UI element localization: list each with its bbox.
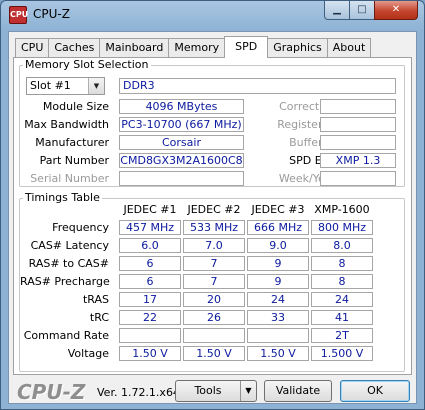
slot-select[interactable]: Slot #1 ▼ (26, 77, 105, 95)
timings-cell: 1.500 V (311, 346, 373, 361)
timings-cell: 2T (311, 328, 373, 343)
timings-cell: 33 (247, 310, 309, 325)
timings-cell (183, 328, 245, 343)
timings-cell: 6 (119, 274, 181, 289)
timings-column-header: JEDEC #3 (251, 203, 305, 216)
timings-row-label: tRC (89, 311, 109, 324)
part-number-value: CMD8GX3M2A1600C8 (119, 153, 244, 168)
title-bar[interactable]: CPU CPU-Z ▁ □ ✕ (1, 1, 424, 29)
memory-type-value: DDR3 (119, 78, 396, 94)
week-year-value (320, 171, 396, 186)
close-button[interactable]: ✕ (374, 1, 418, 20)
timings-cell: 9.0 (247, 238, 309, 253)
ok-button[interactable]: OK (340, 380, 410, 402)
tab-bar: CPU Caches Mainboard Memory SPD Graphics… (15, 36, 372, 58)
timings-cell: 22 (119, 310, 181, 325)
module-size-value: 4096 MBytes (119, 99, 244, 114)
bottom-bar: CPU-Z Ver. 1.72.1.x64 Tools ▼ Validate O… (9, 378, 416, 404)
slot-select-value: Slot #1 (30, 79, 71, 92)
timings-cell: 457 MHz (119, 220, 181, 235)
timings-row-label: RAS# to CAS# (28, 257, 109, 270)
max-bandwidth-label: Max Bandwidth (24, 118, 109, 131)
timings-cell (119, 328, 181, 343)
tools-button-label: Tools (194, 384, 222, 397)
timings-cell (247, 328, 309, 343)
timings-row-label: Frequency (52, 221, 109, 234)
tab-spd[interactable]: SPD (224, 36, 269, 58)
part-number-label: Part Number (39, 154, 109, 167)
tab-about[interactable]: About (326, 38, 372, 57)
memory-slot-group: Memory Slot Selection Slot #1 ▼ DDR3 Mod… (19, 58, 405, 187)
timings-cell: 666 MHz (247, 220, 309, 235)
timings-cell: 24 (311, 292, 373, 307)
timings-column-header: XMP-1600 (314, 203, 370, 216)
cpu-z-brand-logo: CPU-Z (17, 380, 86, 404)
client-area: CPU Caches Mainboard Memory SPD Graphics… (8, 31, 417, 404)
module-size-label: Module Size (42, 100, 109, 113)
timings-cell: 17 (119, 292, 181, 307)
timings-cell: 1.50 V (247, 346, 309, 361)
timings-row-label: Command Rate (23, 329, 109, 342)
buffered-value (320, 135, 396, 150)
minimize-button[interactable]: ▁ (324, 1, 350, 20)
timings-cell: 8 (311, 274, 373, 289)
timings-cell: 8.0 (311, 238, 373, 253)
timings-cell: 800 MHz (311, 220, 373, 235)
timings-cell: 26 (183, 310, 245, 325)
timings-row-label: CAS# Latency (30, 239, 109, 252)
tab-cpu[interactable]: CPU (15, 38, 50, 57)
dropdown-arrow-icon[interactable]: ▼ (240, 381, 256, 401)
spd-tab-page: Memory Slot Selection Slot #1 ▼ DDR3 Mod… (13, 57, 412, 375)
timings-cell: 1.50 V (119, 346, 181, 361)
timings-column-header: JEDEC #2 (187, 203, 241, 216)
timings-cell: 9 (247, 274, 309, 289)
timings-row-label: RAS# Precharge (20, 275, 110, 288)
tab-memory[interactable]: Memory (168, 38, 226, 57)
timings-cell: 24 (247, 292, 309, 307)
timings-cell: 6.0 (119, 238, 181, 253)
memory-slot-group-title: Memory Slot Selection (23, 58, 151, 72)
manufacturer-label: Manufacturer (35, 136, 109, 149)
timings-cell: 7 (183, 274, 245, 289)
timings-cell: 20 (183, 292, 245, 307)
maximize-button[interactable]: □ (349, 1, 375, 20)
chevron-down-icon[interactable]: ▼ (88, 78, 104, 94)
version-label: Ver. 1.72.1.x64 (97, 386, 180, 399)
validate-button[interactable]: Validate (264, 380, 332, 402)
tab-caches[interactable]: Caches (48, 38, 101, 57)
window-title: CPU-Z (33, 7, 70, 21)
timings-cell: 6 (119, 256, 181, 271)
timings-cell: 9 (247, 256, 309, 271)
manufacturer-value: Corsair (119, 135, 244, 150)
tab-mainboard[interactable]: Mainboard (99, 38, 170, 57)
timings-table-group-title: Timings Table (23, 191, 102, 205)
timings-column-header: JEDEC #1 (123, 203, 177, 216)
tools-button[interactable]: Tools ▼ (175, 380, 257, 402)
timings-cell: 7.0 (183, 238, 245, 253)
timings-cell: 533 MHz (183, 220, 245, 235)
timings-row-label: tRAS (82, 293, 109, 306)
cpu-z-window: CPU CPU-Z ▁ □ ✕ CPU Caches Mainboard Mem… (0, 0, 425, 410)
registered-value (320, 117, 396, 132)
correction-value (320, 99, 396, 114)
tab-graphics[interactable]: Graphics (267, 38, 328, 57)
timings-cell: 41 (311, 310, 373, 325)
serial-number-value (119, 171, 244, 186)
serial-number-label: Serial Number (30, 172, 109, 185)
spd-ext-value: XMP 1.3 (320, 153, 396, 168)
cpu-z-app-icon[interactable]: CPU (9, 6, 28, 24)
timings-row-label: Voltage (67, 347, 109, 360)
max-bandwidth-value: PC3-10700 (667 MHz) (119, 117, 244, 132)
timings-cell: 8 (311, 256, 373, 271)
timings-cell: 7 (183, 256, 245, 271)
timings-table-group: Timings Table JEDEC #1 JEDEC #2 JEDEC #3 XM… (19, 191, 405, 372)
timings-cell: 1.50 V (183, 346, 245, 361)
